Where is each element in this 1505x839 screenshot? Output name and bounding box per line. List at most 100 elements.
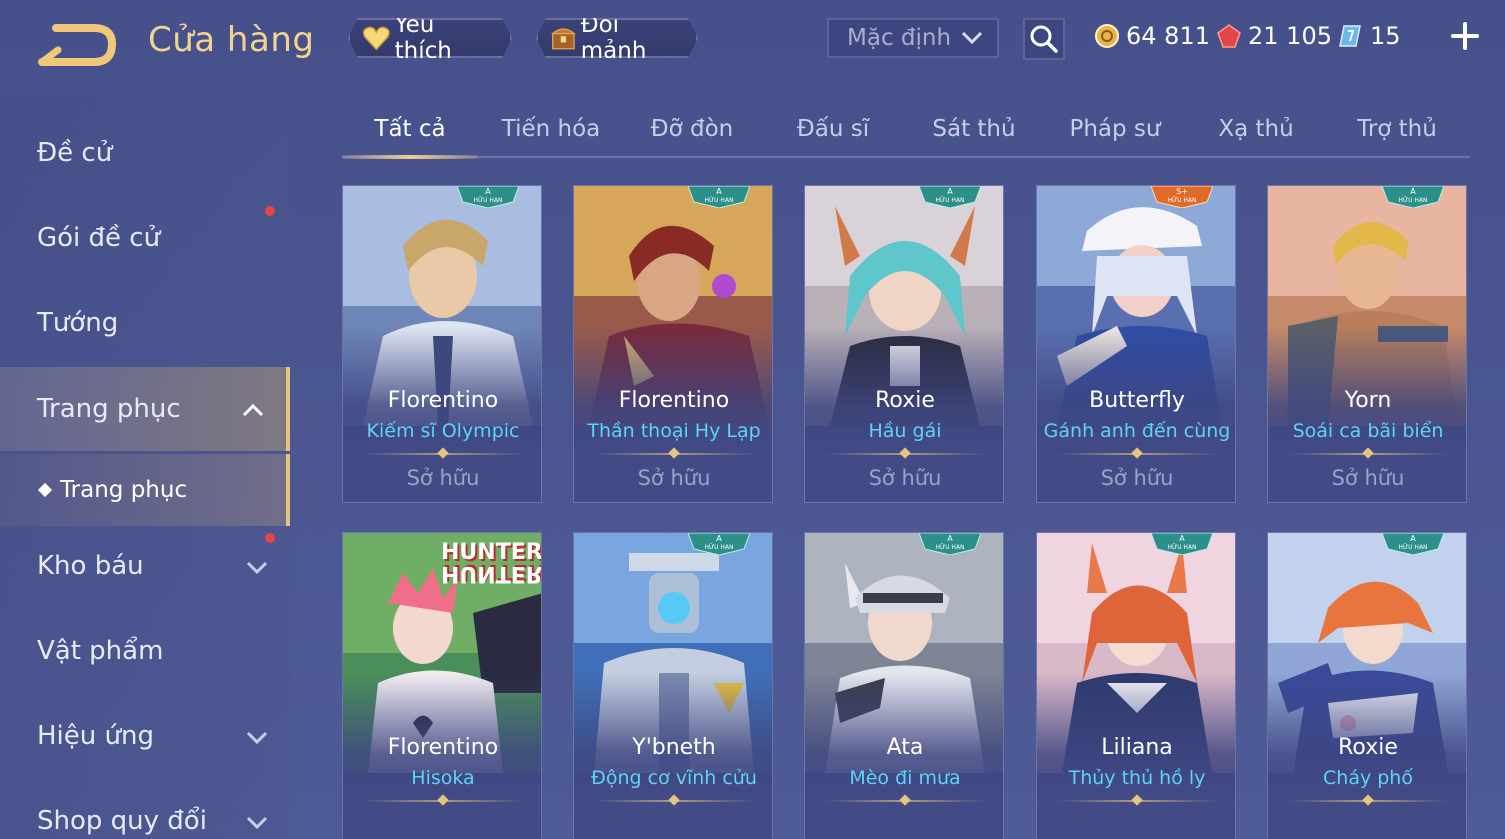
- badge-caption: HỮU HẠN: [1398, 544, 1427, 551]
- sidebar-subitem-skins[interactable]: Trang phục: [0, 454, 290, 526]
- badge-caption: HỮU HẠN: [1398, 197, 1427, 204]
- chevron-down-icon: [246, 816, 268, 829]
- sidebar-item-effects[interactable]: Hiệu ứng: [0, 694, 290, 778]
- ruby-icon: [1217, 24, 1241, 48]
- tab-label: Tiến hóa: [501, 116, 601, 142]
- badge-rank: A: [947, 534, 953, 543]
- ownership-status: Sở hữu: [406, 466, 480, 490]
- category-tabs: Tất cả Tiến hóa Đỡ đòn Đấu sĩ Sát thủ Ph…: [342, 102, 1470, 159]
- voucher-icon: [1339, 25, 1361, 47]
- tab-label: Sát thủ: [932, 116, 1016, 142]
- favorite-button[interactable]: Yêu thích: [348, 18, 512, 58]
- ruby-currency: 21 105: [1216, 20, 1332, 52]
- skin-name: Gánh anh đến cùng: [1043, 420, 1231, 442]
- skin-card[interactable]: HUNTER HUNTER Florentino Hisoka: [342, 532, 542, 839]
- skin-card[interactable]: A HỮU HẠN Yorn Soái ca bãi biển Sở hữu: [1267, 185, 1467, 503]
- sidebar-item-featured[interactable]: Đề cử: [0, 111, 290, 195]
- hero-name: Florentino: [618, 388, 730, 413]
- limited-badge-icon: A HỮU HẠN: [1382, 533, 1444, 555]
- chevron-down-icon: [961, 31, 983, 45]
- skin-name: Mèo đi mưa: [849, 767, 961, 789]
- limited-badge-icon: A HỮU HẠN: [688, 533, 750, 555]
- tab-support[interactable]: Trợ thủ: [1329, 102, 1465, 156]
- tab-tank[interactable]: Đỡ đòn: [624, 102, 760, 156]
- sort-dropdown[interactable]: Mặc định: [827, 18, 999, 58]
- skin-card[interactable]: A HỮU HẠN Y'bneth Động cơ vĩnh cửu: [573, 532, 773, 839]
- skin-card[interactable]: A HỮU HẠN Roxie Hầu gái Sở hữu: [804, 185, 1004, 503]
- limited-badge-icon: A HỮU HẠN: [919, 533, 981, 555]
- skin-grid: A HỮU HẠN Florentino Kiếm sĩ Olympic Sở …: [342, 185, 1472, 839]
- search-icon: [1030, 25, 1058, 53]
- skin-card[interactable]: A HỮU HẠN Liliana Thủy thủ hồ ly: [1036, 532, 1236, 839]
- badge-caption: HỮU HẠN: [473, 197, 502, 204]
- search-button[interactable]: [1023, 18, 1065, 60]
- badge-caption: HỮU HẠN: [935, 544, 964, 551]
- sidebar-item-featured-packs[interactable]: Gói đề cử: [0, 196, 290, 280]
- card-divider: [594, 453, 754, 455]
- limited-badge-icon: A HỮU HẠN: [457, 186, 519, 208]
- card-divider: [825, 453, 985, 455]
- tab-fighter[interactable]: Đấu sĩ: [765, 102, 901, 156]
- badge-rank: A: [716, 187, 722, 196]
- sidebar-item-skins[interactable]: Trang phục: [0, 367, 290, 451]
- hero-name: Roxie: [875, 388, 935, 413]
- card-divider: [363, 800, 523, 802]
- tab-label: Đấu sĩ: [796, 116, 870, 142]
- back-arrow-icon[interactable]: [38, 22, 118, 66]
- sidebar-item-exchange-shop[interactable]: Shop quy đổi: [0, 779, 290, 839]
- notification-dot: [265, 533, 275, 543]
- sidebar-item-label: Vật phẩm: [37, 636, 164, 666]
- badge-rank: S+: [1176, 187, 1188, 196]
- gold-coin-icon: [1095, 24, 1119, 48]
- ownership-status: Sở hữu: [1331, 466, 1405, 490]
- tab-assassin[interactable]: Sát thủ: [906, 102, 1042, 156]
- hunter-x-hunter-logo: HUNTER HUNTER: [441, 540, 542, 587]
- page-title: Cửa hàng: [148, 20, 315, 60]
- active-tab-indicator: [342, 155, 478, 159]
- skin-card[interactable]: S+ HỮU HẠN Butterfly Gánh anh đến cùng S…: [1036, 185, 1236, 503]
- tab-marksman[interactable]: Xạ thủ: [1188, 102, 1324, 156]
- sort-value: Mặc định: [847, 25, 952, 51]
- tab-label: Đỡ đòn: [650, 116, 734, 142]
- tab-label: Tất cả: [374, 116, 446, 142]
- card-divider: [1057, 800, 1217, 802]
- tab-all[interactable]: Tất cả: [342, 102, 478, 159]
- ownership-status: Sở hữu: [1100, 466, 1174, 490]
- ownership-status: Sở hữu: [637, 466, 711, 490]
- skin-name: Hầu gái: [868, 420, 942, 442]
- chevron-down-icon: [246, 731, 268, 744]
- badge-rank: A: [716, 534, 722, 543]
- sidebar-item-label: Gói đề cử: [37, 223, 161, 253]
- voucher-amount: 15: [1370, 22, 1401, 50]
- badge-rank: A: [947, 187, 953, 196]
- sidebar-item-label: Trang phục: [37, 394, 181, 424]
- plus-icon[interactable]: [1447, 18, 1483, 54]
- sidebar-item-heroes[interactable]: Tướng: [0, 281, 290, 365]
- skin-card[interactable]: A HỮU HẠN Florentino Thần thoại Hy Lạp S…: [573, 185, 773, 503]
- hero-name: Liliana: [1101, 735, 1173, 760]
- badge-caption: HỮU HẠN: [1167, 197, 1196, 204]
- card-divider: [825, 800, 985, 802]
- skin-card[interactable]: A HỮU HẠN Ata Mèo đi mưa: [804, 532, 1004, 839]
- hero-name: Ata: [886, 735, 924, 760]
- sidebar-item-items[interactable]: Vật phẩm: [0, 609, 290, 693]
- skin-name: Hisoka: [411, 767, 475, 789]
- tab-label: Xạ thủ: [1218, 116, 1294, 142]
- gold-currency: 64 811: [1094, 20, 1210, 52]
- skin-card[interactable]: A HỮU HẠN Roxie Cháy phố: [1267, 532, 1467, 839]
- skin-name: Thủy thủ hồ ly: [1068, 767, 1206, 789]
- voucher-currency: 15: [1338, 20, 1401, 52]
- sidebar-item-label: Kho báu: [37, 551, 144, 581]
- card-divider: [363, 453, 523, 455]
- badge-caption: HỮU HẠN: [935, 197, 964, 204]
- card-divider: [1288, 800, 1448, 802]
- sidebar-item-treasure[interactable]: Kho báu: [0, 524, 290, 608]
- ruby-amount: 21 105: [1248, 22, 1332, 50]
- card-divider: [1288, 453, 1448, 455]
- badge-rank: A: [1179, 534, 1185, 543]
- skin-card[interactable]: A HỮU HẠN Florentino Kiếm sĩ Olympic Sở …: [342, 185, 542, 503]
- tab-evolution[interactable]: Tiến hóa: [483, 102, 619, 156]
- tab-mage[interactable]: Pháp sư: [1047, 102, 1183, 156]
- ownership-status: Sở hữu: [868, 466, 942, 490]
- exchange-fragments-button[interactable]: Đổi mảnh: [536, 18, 698, 58]
